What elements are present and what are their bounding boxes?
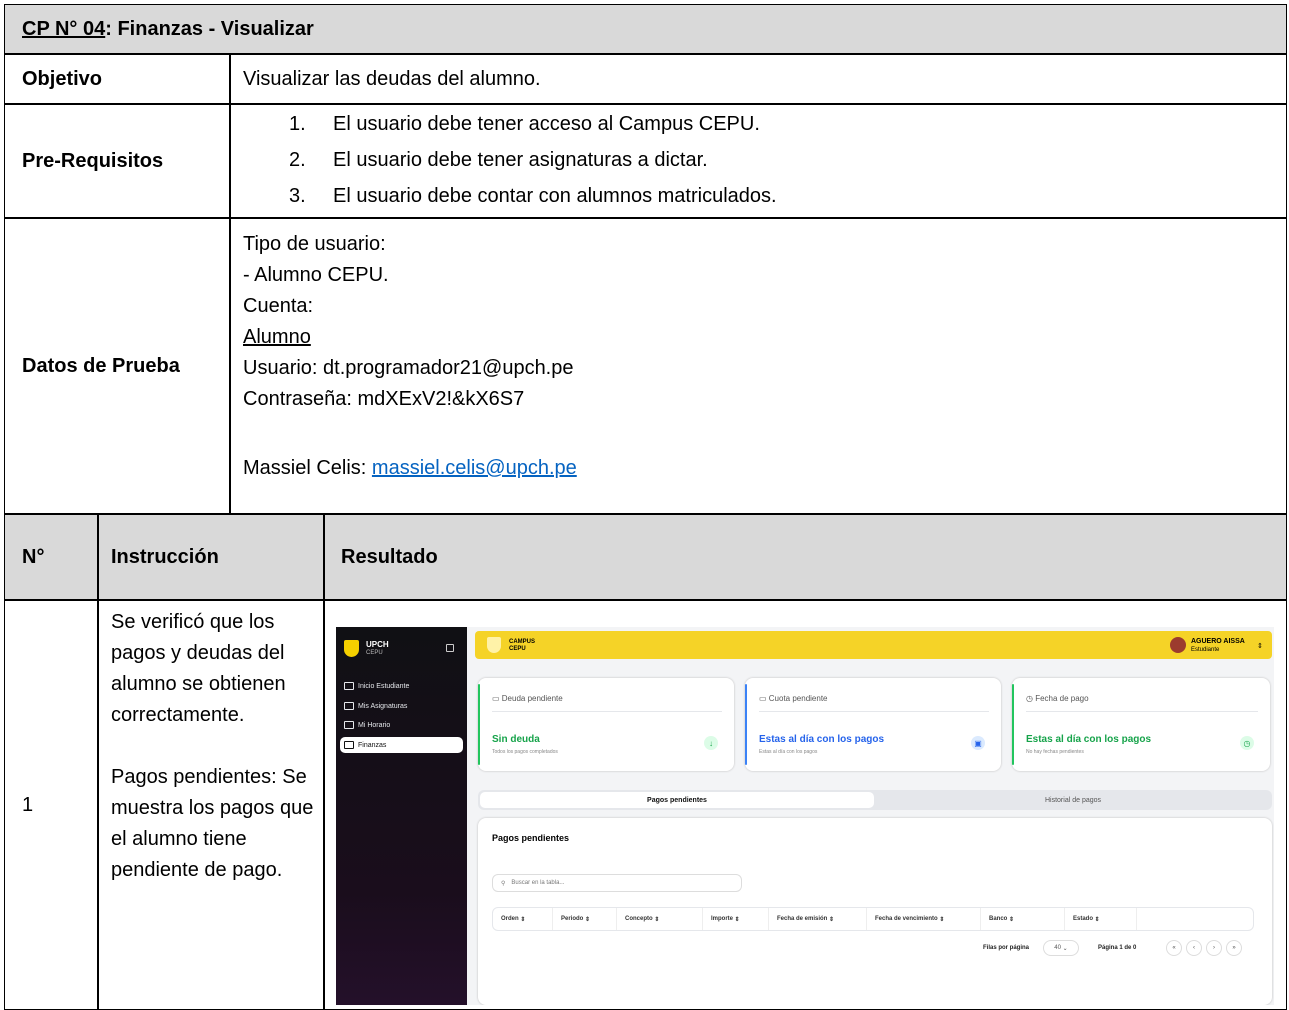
column-header[interactable]: Importe ⇕ bbox=[703, 908, 769, 930]
campus-label: CAMPUS bbox=[509, 639, 536, 645]
tipo-usuario-label: Tipo de usuario: bbox=[243, 233, 386, 255]
payments-panel: Pagos pendientes ⚲ Buscar en la tabla... … bbox=[478, 818, 1272, 1005]
column-header[interactable]: Banco ⇕ bbox=[981, 908, 1065, 930]
card-icon: ▭ bbox=[492, 694, 502, 703]
folder-icon bbox=[344, 741, 354, 749]
top-bar: CAMPUS CEPU AGUERO AISSA Estudiante ⇕ bbox=[475, 631, 1272, 659]
column-header[interactable]: Periodo ⇕ bbox=[553, 908, 617, 930]
card-sub: Todos los pagos completados bbox=[492, 749, 558, 755]
calendar-icon: ▣ bbox=[971, 736, 985, 750]
avatar[interactable] bbox=[1170, 637, 1186, 653]
tipo-usuario-value: - Alumno CEPU. bbox=[243, 264, 389, 286]
objetivo-label: Objetivo bbox=[22, 67, 103, 90]
sidebar-item-asignaturas[interactable]: Mis Asignaturas bbox=[340, 698, 463, 714]
col-header-num: N° bbox=[4, 514, 98, 600]
search-input[interactable]: ⚲ Buscar en la tabla... bbox=[492, 874, 742, 892]
card-title: Cuota pendiente bbox=[768, 694, 828, 703]
datos-value-cell: Tipo de usuario: - Alumno CEPU. Cuenta: … bbox=[230, 218, 1287, 514]
objetivo-value: Visualizar las deudas del alumno. bbox=[243, 67, 541, 90]
campus-sub-label: CEPU bbox=[509, 646, 526, 652]
page-indicator: Página 1 de 0 bbox=[1098, 945, 1137, 951]
prereq-item: 2. El usuario debe tener asignaturas a di… bbox=[289, 149, 708, 171]
prereq-list: 1. El usuario debe tener acceso al Campus… bbox=[230, 104, 1287, 218]
col-header-resultado: Resultado bbox=[324, 514, 1287, 600]
clock-icon: ◷ bbox=[1240, 736, 1254, 750]
column-header[interactable]: Fecha de emisión ⇕ bbox=[769, 908, 867, 930]
last-page-button[interactable]: » bbox=[1226, 940, 1242, 956]
card-value: Sin deuda bbox=[492, 734, 540, 745]
column-header[interactable]: Orden ⇕ bbox=[493, 908, 553, 930]
prereq-item: 3. El usuario debe contar con alumnos mat… bbox=[289, 185, 777, 207]
table-header: Orden ⇕ Periodo ⇕ Concepto ⇕ Importe ⇕ F… bbox=[492, 907, 1254, 931]
prereq-label: Pre-Requisitos bbox=[22, 149, 164, 172]
user-role: Estudiante bbox=[1191, 647, 1220, 653]
folder-icon bbox=[344, 682, 354, 690]
step-instruction-cell: Se verificó que los pagos y deudas del a… bbox=[98, 600, 324, 1010]
sidebar-brand: UPCH bbox=[366, 640, 389, 649]
search-icon: ⚲ bbox=[501, 880, 506, 887]
rows-per-page-label: Filas por página bbox=[983, 945, 1030, 951]
objetivo-value-cell: Visualizar las deudas del alumno. bbox=[230, 54, 1287, 104]
panel-title: Pagos pendientes bbox=[492, 833, 570, 843]
sidebar-toggle-icon[interactable] bbox=[446, 644, 454, 652]
col-header-instruccion: Instrucción bbox=[98, 514, 324, 600]
tab-pagos-pendientes[interactable]: Pagos pendientes bbox=[480, 792, 874, 808]
folder-icon bbox=[344, 702, 354, 710]
column-header[interactable]: Estado ⇕ bbox=[1065, 908, 1137, 930]
prereq-item: 1. El usuario debe tener acceso al Campus… bbox=[289, 113, 760, 135]
next-page-button[interactable]: › bbox=[1206, 940, 1222, 956]
first-page-button[interactable]: « bbox=[1166, 940, 1182, 956]
case-id: CP N° 04 bbox=[22, 17, 106, 40]
usuario-credential: Usuario: dt.programador21@upch.pe bbox=[243, 357, 574, 379]
prev-page-button[interactable]: ‹ bbox=[1186, 940, 1202, 956]
step-number: 1 bbox=[22, 793, 34, 816]
step-number-cell: 1 bbox=[4, 600, 98, 1010]
instruction-text-1: Se verificó que los pagos y deudas del a… bbox=[111, 611, 286, 726]
tab-historial-pagos[interactable]: Historial de pagos bbox=[876, 792, 1270, 808]
card-title: Fecha de pago bbox=[1035, 694, 1089, 703]
case-header: CP N° 04: Finanzas - Visualizar bbox=[4, 4, 1287, 54]
contact-email-link[interactable]: massiel.celis@upch.pe bbox=[372, 457, 577, 479]
column-header[interactable]: Concepto ⇕ bbox=[617, 908, 703, 930]
sidebar: UPCH CEPU Inicio Estudiante Mis Asignatu… bbox=[336, 627, 467, 1005]
tab-bar: Pagos pendientes Historial de pagos bbox=[478, 790, 1272, 810]
card-icon: ◷ bbox=[1026, 694, 1036, 703]
campus-logo bbox=[487, 637, 501, 653]
user-name[interactable]: AGUERO AISSA bbox=[1191, 638, 1245, 645]
datos-label: Datos de Prueba bbox=[22, 354, 180, 377]
contact-name: Massiel Celis: bbox=[243, 457, 372, 479]
test-case-document: CP N° 04: Finanzas - Visualizar Objetivo… bbox=[0, 0, 1289, 1010]
upch-logo bbox=[344, 640, 359, 657]
result-screenshot: UPCH CEPU Inicio Estudiante Mis Asignatu… bbox=[336, 627, 1274, 1005]
instruction-text-2: Pagos pendientes: Se muestra los pagos q… bbox=[111, 766, 314, 881]
sidebar-item-finanzas[interactable]: Finanzas bbox=[340, 737, 463, 753]
objetivo-label-cell: Objetivo bbox=[4, 54, 230, 104]
sidebar-brand-sub: CEPU bbox=[366, 650, 383, 656]
card-cuota: ▭ Cuota pendiente Estas al día con los p… bbox=[745, 678, 1001, 771]
datos-label-cell: Datos de Prueba bbox=[4, 218, 230, 514]
card-sub: Estas al día con los pagos bbox=[759, 749, 818, 755]
prereq-label-cell: Pre-Requisitos bbox=[4, 104, 230, 218]
arrow-down-icon: ↓ bbox=[704, 736, 718, 750]
card-sub: No hay fechas pendientes bbox=[1026, 749, 1084, 755]
cuenta-label: Cuenta: bbox=[243, 295, 314, 317]
card-title: Deuda pendiente bbox=[501, 694, 563, 703]
card-value: Estas al día con los pagos bbox=[759, 734, 885, 745]
cuenta-value: Alumno bbox=[243, 326, 311, 348]
chevron-updown-icon[interactable]: ⇕ bbox=[1257, 642, 1263, 650]
folder-icon bbox=[344, 721, 354, 729]
card-fecha: ◷ Fecha de pago Estas al día con los pag… bbox=[1012, 678, 1270, 771]
case-title: : Finanzas - Visualizar bbox=[105, 17, 314, 40]
column-header[interactable]: Fecha de vencimiento ⇕ bbox=[867, 908, 981, 930]
rows-per-page-select[interactable]: 40 ⌄ bbox=[1043, 940, 1079, 956]
sidebar-item-inicio[interactable]: Inicio Estudiante bbox=[340, 678, 463, 694]
card-deuda: ▭ Deuda pendiente Sin deuda Todos los pa… bbox=[478, 678, 734, 771]
password-credential: Contraseña: mdXExV2!&kX6S7 bbox=[243, 388, 525, 410]
card-value: Estas al día con los pagos bbox=[1026, 734, 1152, 745]
sidebar-item-horario[interactable]: Mi Horario bbox=[340, 717, 463, 733]
card-icon: ▭ bbox=[759, 694, 769, 703]
